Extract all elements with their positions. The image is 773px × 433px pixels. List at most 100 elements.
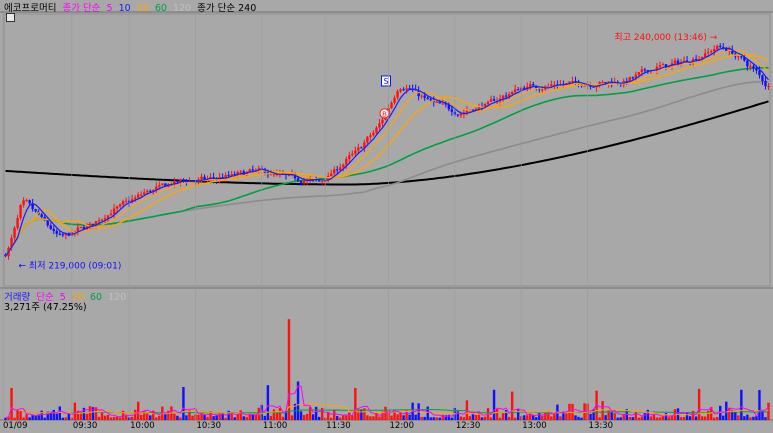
volume-bar — [203, 414, 206, 420]
candle-body — [755, 68, 758, 71]
candle-body — [631, 77, 634, 79]
time-tick-label: 10:00 — [130, 421, 155, 429]
candle-body — [182, 179, 185, 181]
volume-bar — [574, 415, 577, 420]
candle-body — [146, 190, 149, 193]
time-tick-label: 11:00 — [263, 421, 288, 429]
volume-bar — [429, 417, 432, 420]
volume-bar — [643, 413, 647, 420]
volume-bar — [233, 417, 236, 420]
volume-bar — [489, 417, 493, 420]
volume-bar — [408, 414, 411, 420]
candle-body — [230, 174, 233, 176]
candle-body — [450, 109, 454, 112]
candle-body — [764, 80, 767, 87]
volume-bar — [752, 416, 755, 420]
time-tick-label: 11:30 — [326, 421, 351, 429]
volume-bar — [311, 414, 315, 420]
candle-body — [423, 95, 426, 98]
volume-bar — [737, 415, 740, 420]
candle-body — [761, 75, 764, 81]
candle-body — [158, 185, 161, 187]
volume-bar — [697, 388, 701, 420]
candle-body — [390, 102, 393, 109]
volume-ma60-period: 60 — [89, 292, 103, 303]
volume-bar — [140, 414, 143, 420]
volume-bar — [109, 417, 113, 420]
candle-body — [740, 56, 743, 58]
candle-body — [396, 91, 399, 98]
volume-bar — [532, 415, 535, 420]
volume-bar — [58, 406, 61, 420]
volume-bar — [507, 416, 511, 420]
volume-bar — [88, 406, 92, 420]
volume-bar — [420, 417, 423, 420]
volume-bar — [336, 416, 339, 420]
volume-bar — [682, 416, 686, 420]
volume-bar — [535, 417, 538, 420]
candle-body — [767, 86, 770, 88]
volume-bar — [396, 414, 399, 420]
volume-bar — [339, 417, 342, 420]
candle-body — [360, 147, 363, 149]
volume-bar — [314, 406, 318, 420]
volume-bar — [155, 417, 158, 420]
volume-bar — [378, 416, 381, 420]
candle-body — [604, 82, 607, 84]
candle-body — [91, 223, 95, 225]
candle-body — [592, 86, 595, 88]
candle-body — [58, 233, 61, 235]
candle-body — [402, 89, 405, 91]
candle-body — [25, 200, 28, 202]
candle-body — [381, 119, 384, 124]
volume-bar — [538, 413, 541, 420]
candle-body — [465, 110, 469, 113]
volume-bar — [402, 415, 405, 420]
volume-bar — [553, 413, 556, 420]
candle-body — [61, 234, 65, 236]
candle-body — [97, 220, 101, 222]
candlestick-chart[interactable]: 최고 240,000 (13:46) → ← 최저 219,000 (09:01)… — [0, 0, 773, 431]
candle-body — [550, 84, 553, 87]
candle-body — [513, 89, 517, 92]
volume-bar — [299, 411, 303, 420]
candle-body — [426, 97, 429, 100]
chart-settings-button[interactable] — [6, 13, 15, 22]
candle-body — [737, 56, 740, 58]
price-legend: 에코프로머티 종가 단순 5 10 20 60 120 종가 단순 240 — [4, 3, 259, 15]
time-tick-label: 01/09 — [3, 421, 28, 429]
candle-body — [640, 69, 644, 73]
candle-body — [16, 218, 19, 228]
volume-bar — [176, 415, 179, 420]
volume-bar — [604, 415, 607, 420]
candle-body — [55, 231, 58, 234]
chart-window[interactable]: 최고 240,000 (13:46) → ← 최저 219,000 (09:01)… — [0, 0, 773, 431]
volume-bar — [414, 414, 417, 420]
volume-bar — [438, 417, 441, 420]
volume-bar — [589, 413, 592, 420]
candle-body — [716, 45, 719, 50]
ma10-period: 10 — [118, 3, 131, 14]
candle-body — [601, 82, 604, 83]
volume-bar — [613, 413, 616, 420]
volume-bar — [616, 417, 619, 420]
volume-bar — [450, 417, 454, 420]
candle-body — [752, 66, 755, 69]
candle-body — [106, 215, 110, 218]
volume-bar — [694, 416, 698, 420]
candle-body — [746, 60, 749, 67]
candle-body — [489, 99, 493, 102]
volume-bar — [462, 417, 466, 420]
candle-body — [643, 69, 647, 71]
volume-bar — [224, 417, 227, 420]
high-price-label: 최고 240,000 (13:46) → — [614, 32, 717, 43]
volume-bar — [239, 410, 242, 420]
volume-bar — [523, 415, 526, 420]
volume-bar — [269, 415, 273, 420]
volume-bar — [22, 417, 25, 420]
volume-bar — [317, 416, 321, 420]
signal-b-label: B — [382, 110, 387, 118]
ma60-line — [4, 67, 769, 257]
candle-body — [523, 87, 526, 89]
volume-bar — [764, 417, 767, 420]
